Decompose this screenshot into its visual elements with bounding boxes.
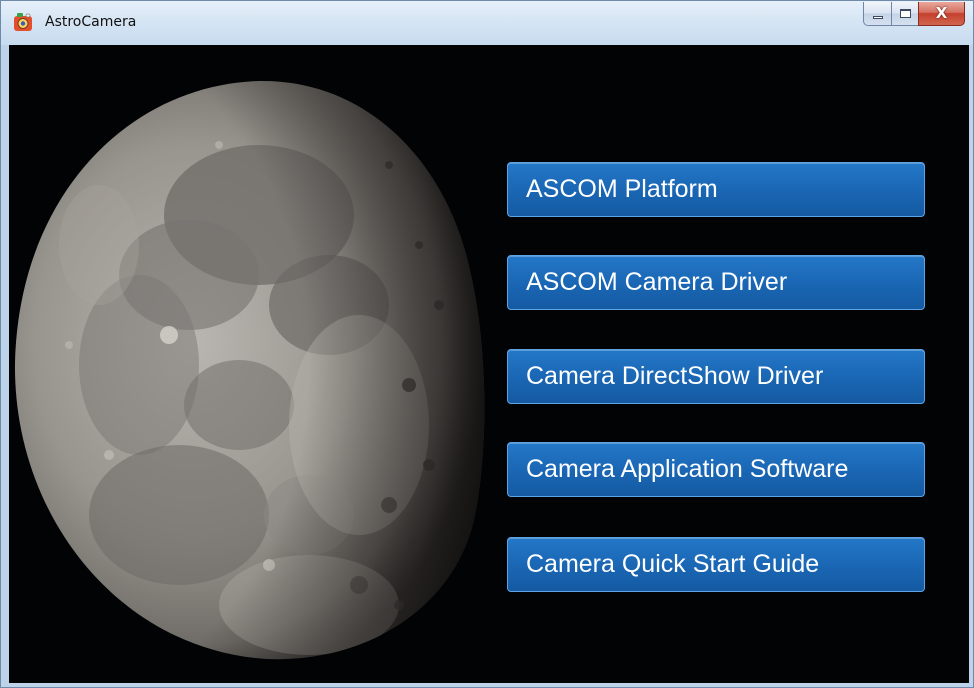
- window-title: AstroCamera: [45, 14, 137, 30]
- camera-directshow-driver-button[interactable]: Camera DirectShow Driver: [507, 349, 925, 404]
- window-controls: X: [863, 2, 965, 28]
- maximize-icon: [899, 9, 911, 18]
- minimize-button[interactable]: [863, 2, 891, 26]
- client-area: ASCOM Platform ASCOM Camera Driver Camer…: [9, 45, 969, 683]
- close-icon: X: [935, 4, 948, 22]
- title-bar[interactable]: AstroCamera X: [1, 1, 973, 45]
- close-button[interactable]: X: [918, 2, 965, 26]
- ascom-camera-driver-button[interactable]: ASCOM Camera Driver: [507, 255, 925, 310]
- astrocamera-app-icon[interactable]: [11, 11, 35, 35]
- camera-application-software-button[interactable]: Camera Application Software: [507, 442, 925, 497]
- ascom-platform-button[interactable]: ASCOM Platform: [507, 162, 925, 217]
- maximize-button[interactable]: [891, 2, 918, 26]
- app-window: AstroCamera X ASCOM Platform ASCOM Camer…: [0, 0, 974, 688]
- minimize-icon: [872, 16, 883, 19]
- camera-quick-start-guide-button[interactable]: Camera Quick Start Guide: [507, 537, 925, 592]
